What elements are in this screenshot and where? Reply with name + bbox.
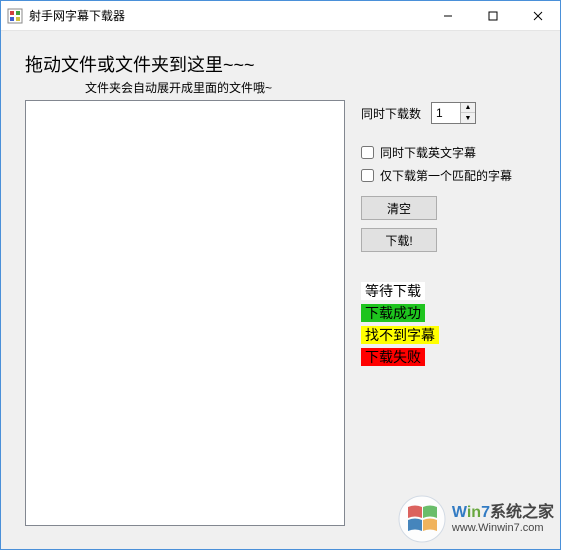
concurrent-row: 同时下载数 ▲ ▼ [361, 102, 546, 124]
app-window: 射手网字幕下载器 拖动文件或文件夹到这里~~~ 文件夹会自动展开成里面的文件哦~… [0, 0, 561, 550]
app-icon [7, 8, 23, 24]
legend-fail: 下载失败 [361, 348, 425, 366]
client-area: 拖动文件或文件夹到这里~~~ 文件夹会自动展开成里面的文件哦~ 同时下载数 ▲ … [1, 31, 560, 549]
titlebar: 射手网字幕下载器 [1, 1, 560, 31]
drop-subheading: 文件夹会自动展开成里面的文件哦~ [85, 79, 546, 96]
concurrent-spinner[interactable]: ▲ ▼ [431, 102, 476, 124]
window-title: 射手网字幕下载器 [29, 7, 425, 24]
watermark: Win7系统之家 www.Winwin7.com [398, 495, 554, 543]
minimize-button[interactable] [425, 1, 470, 30]
clear-button[interactable]: 清空 [361, 196, 437, 220]
maximize-button[interactable] [470, 1, 515, 30]
window-controls [425, 1, 560, 30]
content-row: 同时下载数 ▲ ▼ 同时下载英文字幕 仅下载第一个匹配的字幕 [25, 100, 546, 526]
watermark-text: Win7系统之家 www.Winwin7.com [452, 504, 554, 534]
checkbox-english[interactable] [361, 146, 374, 159]
checkbox-english-row: 同时下载英文字幕 [361, 144, 546, 161]
watermark-url: www.Winwin7.com [452, 522, 554, 534]
spinner-buttons: ▲ ▼ [460, 103, 475, 123]
spinner-down-button[interactable]: ▼ [461, 113, 475, 123]
close-button[interactable] [515, 1, 560, 30]
windows-logo-icon [398, 495, 446, 543]
checkbox-firstmatch-label: 仅下载第一个匹配的字幕 [380, 167, 512, 184]
checkbox-firstmatch-row: 仅下载第一个匹配的字幕 [361, 167, 546, 184]
drop-heading: 拖动文件或文件夹到这里~~~ [25, 51, 546, 77]
legend-waiting: 等待下载 [361, 282, 425, 300]
legend-success: 下载成功 [361, 304, 425, 322]
legend-notfound: 找不到字幕 [361, 326, 439, 344]
spinner-up-button[interactable]: ▲ [461, 103, 475, 113]
watermark-brand: Win7系统之家 [452, 504, 554, 522]
button-group: 清空 下载! [361, 196, 546, 252]
concurrent-label: 同时下载数 [361, 105, 421, 122]
download-button[interactable]: 下载! [361, 228, 437, 252]
checkbox-firstmatch[interactable] [361, 169, 374, 182]
status-legend: 等待下载 下载成功 找不到字幕 下载失败 [361, 282, 546, 370]
side-panel: 同时下载数 ▲ ▼ 同时下载英文字幕 仅下载第一个匹配的字幕 [361, 100, 546, 526]
checkbox-english-label: 同时下载英文字幕 [380, 144, 476, 161]
concurrent-input[interactable] [432, 103, 460, 123]
file-drop-listbox[interactable] [25, 100, 345, 526]
